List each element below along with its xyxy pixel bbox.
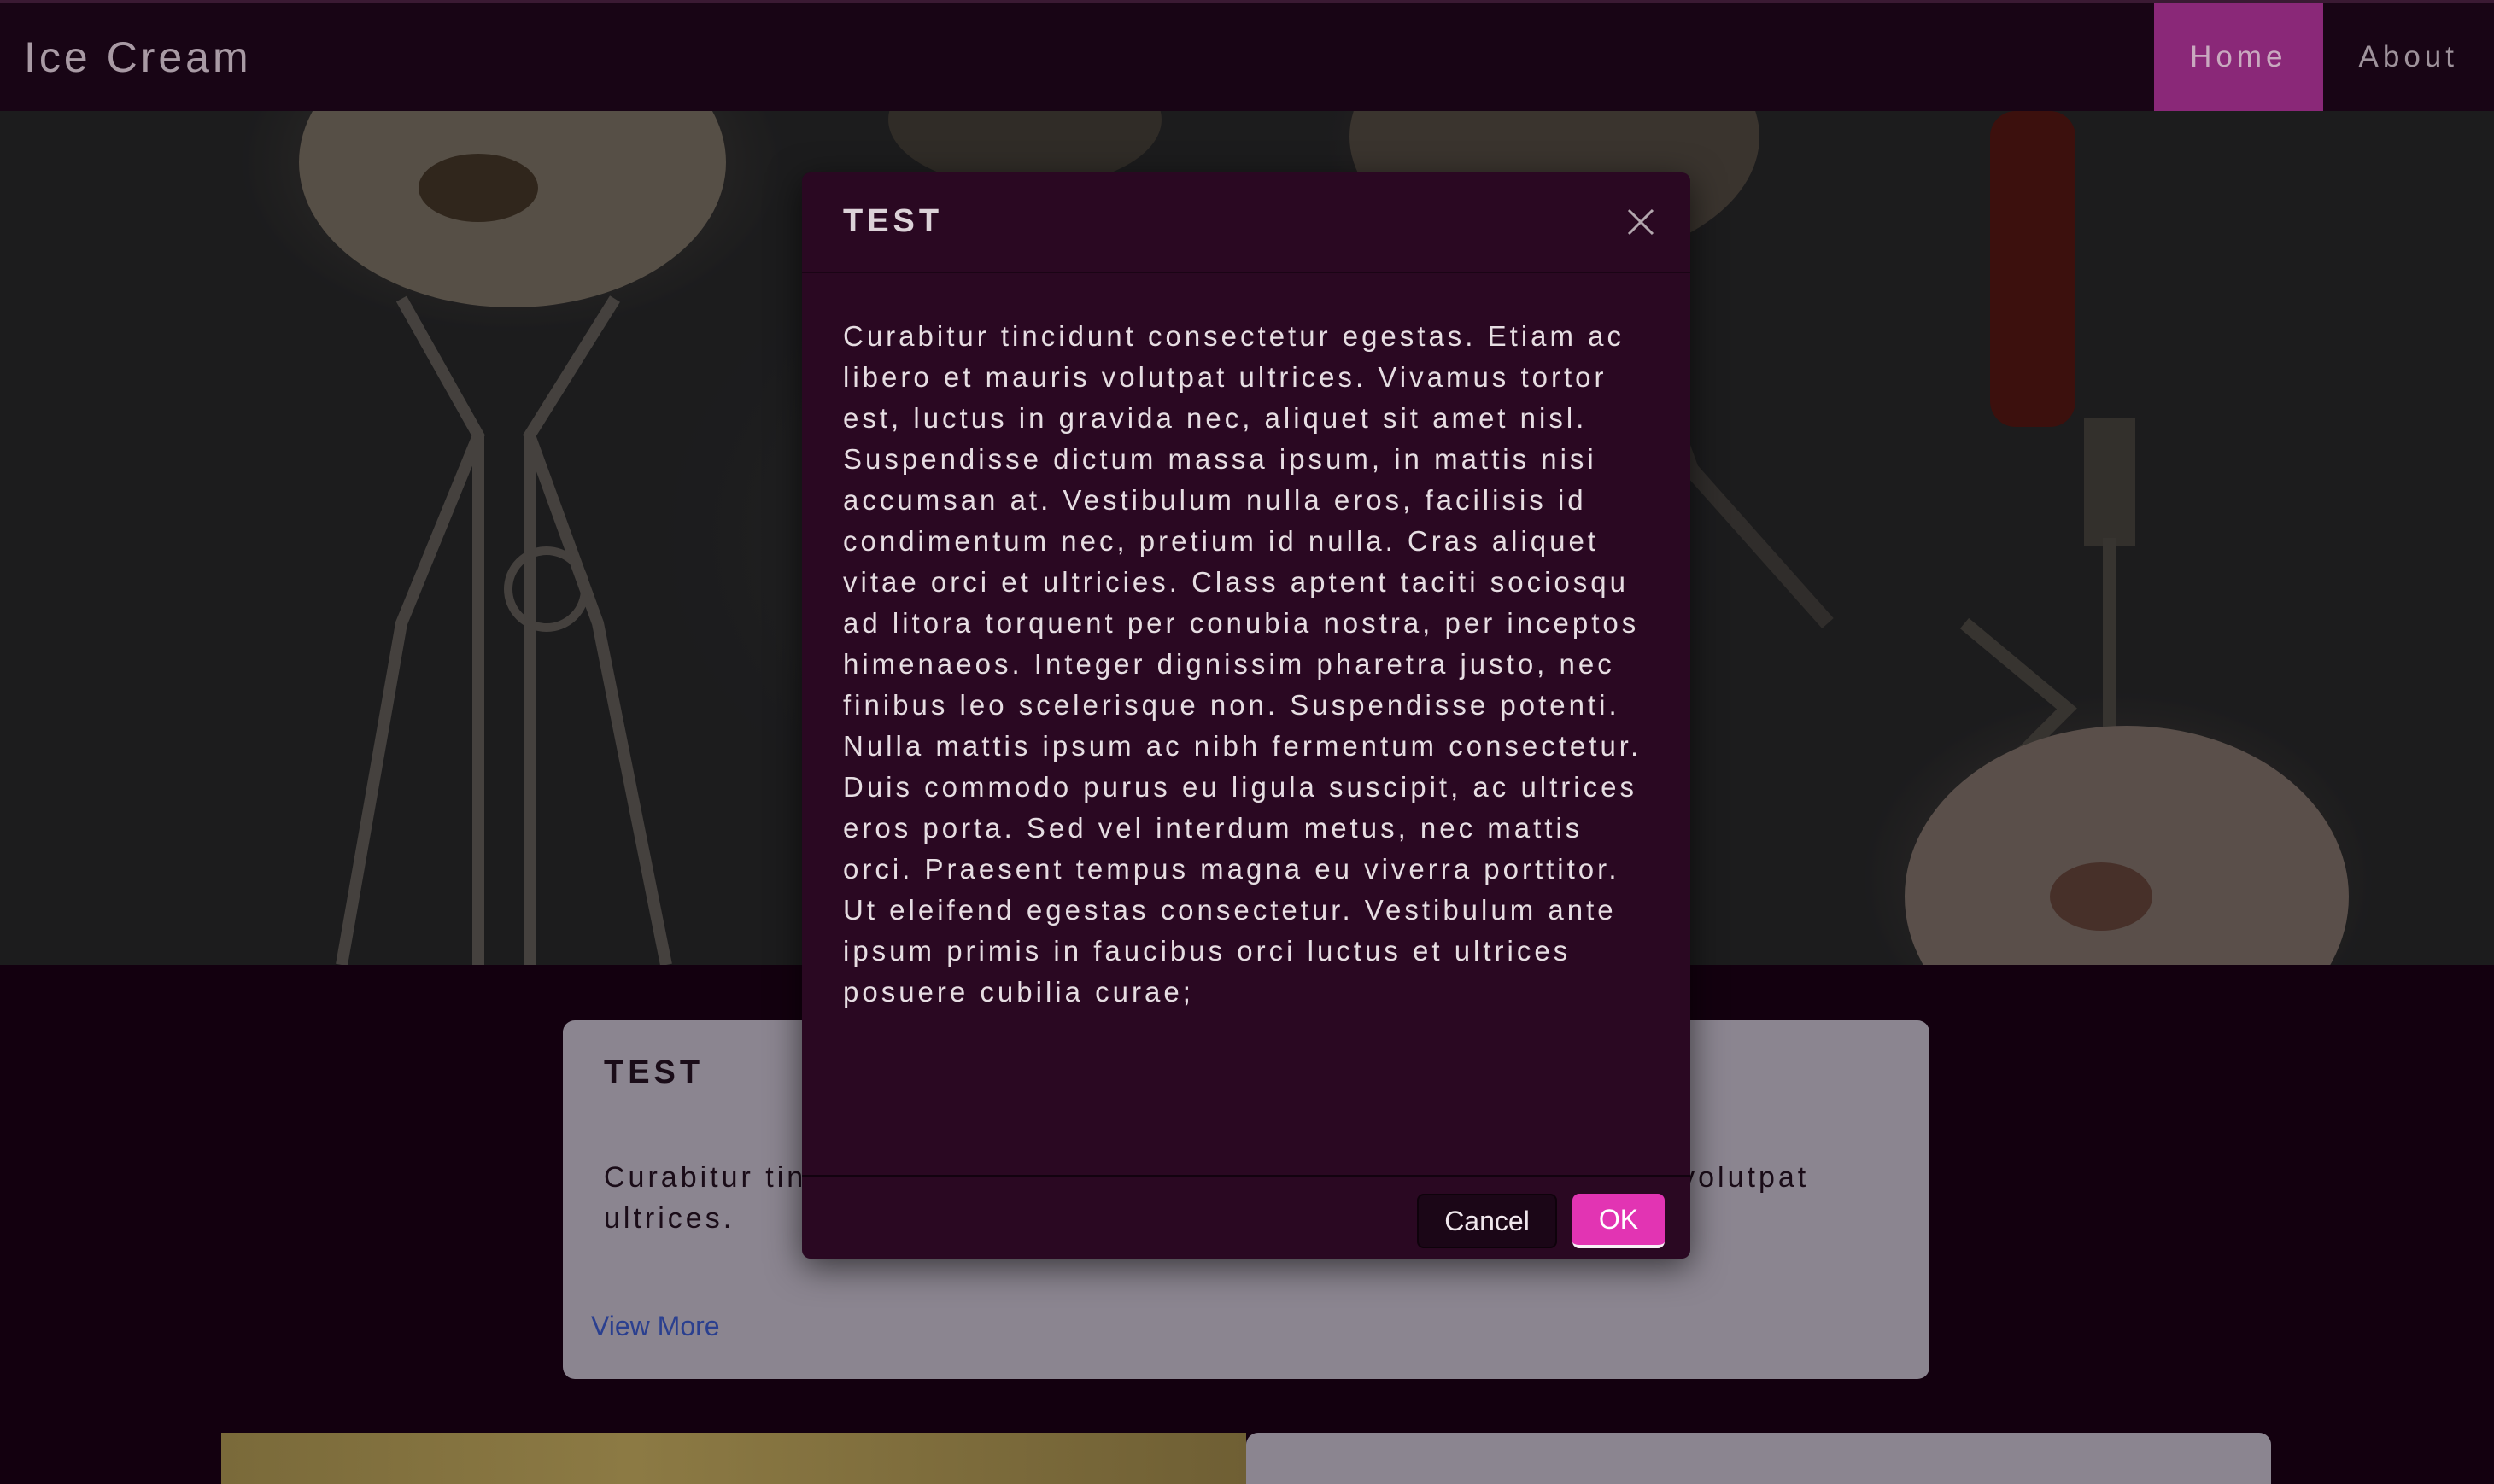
close-icon[interactable] xyxy=(1624,205,1658,239)
modal-header: TEST xyxy=(802,172,1690,273)
modal-body-text: Curabitur tincidunt consectetur egestas.… xyxy=(843,316,1663,1013)
modal-title: TEST xyxy=(843,203,943,240)
ok-button[interactable]: OK xyxy=(1572,1194,1665,1248)
cancel-button[interactable]: Cancel xyxy=(1417,1194,1557,1248)
modal-dialog: TEST Curabitur tincidunt consectetur ege… xyxy=(802,172,1690,1259)
modal-footer: Cancel OK xyxy=(802,1175,1690,1259)
